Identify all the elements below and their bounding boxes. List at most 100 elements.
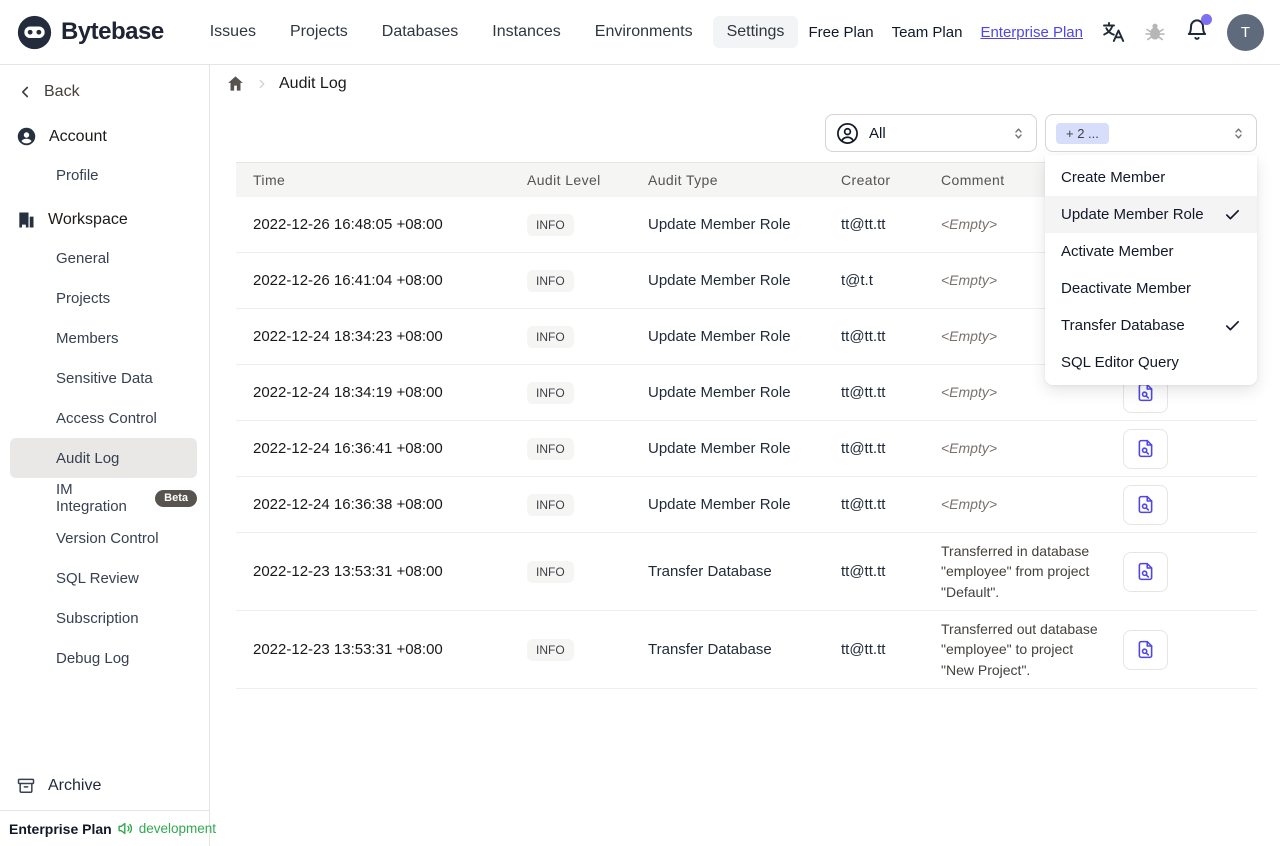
- cell-audit-level: INFO: [527, 437, 648, 460]
- sidebar-groups: Account Profile Workspace General Projects Me…: [0, 111, 209, 678]
- team-plan-label[interactable]: Team Plan: [892, 24, 963, 41]
- creator-filter-value: All: [869, 124, 886, 142]
- translate-icon[interactable]: [1101, 20, 1125, 44]
- cell-audit-level: INFO: [527, 213, 648, 236]
- free-plan-label[interactable]: Free Plan: [809, 24, 874, 41]
- table-row: 2022-12-23 13:53:31 +08:00 INFO Transfer D…: [236, 533, 1257, 611]
- view-detail-button[interactable]: [1123, 428, 1168, 469]
- menu-item-activate-member[interactable]: Activate Member: [1045, 233, 1257, 270]
- sidebar-item-subscription[interactable]: Subscription: [10, 598, 197, 638]
- sidebar-item-label: Members: [56, 329, 119, 347]
- main-content: Audit Log All + 2 ... Time Audit Level A…: [210, 65, 1280, 846]
- sidebar-item-general[interactable]: General: [10, 238, 197, 278]
- menu-item-label: Create Member: [1061, 169, 1166, 186]
- view-detail-button[interactable]: [1123, 484, 1168, 525]
- cell-comment: Transferred in database "employee" from …: [941, 543, 1090, 600]
- view-detail-button[interactable]: [1123, 629, 1168, 670]
- menu-item-label: Transfer Database: [1061, 317, 1185, 334]
- menu-item-label: Deactivate Member: [1061, 280, 1192, 297]
- creator-filter-select[interactable]: All: [825, 114, 1037, 152]
- cell-audit-level: INFO: [527, 638, 648, 661]
- menu-item-update-member-role[interactable]: Update Member Role: [1045, 196, 1257, 233]
- avatar-initial: T: [1240, 23, 1251, 41]
- cell-time: 2022-12-24 16:36:41 +08:00: [253, 440, 443, 457]
- nav-item-issues[interactable]: Issues: [196, 16, 270, 48]
- audit-type-filter-value: + 2 ...: [1056, 122, 1109, 144]
- chevrons-updown-icon: [1011, 125, 1026, 142]
- nav-item-projects[interactable]: Projects: [276, 16, 362, 48]
- file-search-icon: [1135, 382, 1156, 403]
- sidebar-item-label: General: [56, 249, 110, 267]
- brand-name: Bytebase: [61, 18, 164, 45]
- cell-audit-type: Update Member Role: [648, 384, 791, 401]
- sidebar-item-members[interactable]: Members: [10, 318, 197, 358]
- cell-creator: tt@tt.tt: [841, 440, 886, 457]
- cell-audit-type: Update Member Role: [648, 496, 791, 513]
- table-row: 2022-12-24 16:36:41 +08:00 INFO Update Mem…: [236, 421, 1257, 477]
- cell-time: 2022-12-23 13:53:31 +08:00: [253, 641, 443, 658]
- sidebar-item-label: IM Integration: [56, 481, 127, 515]
- sidebar-item-debug-log[interactable]: Debug Log: [10, 638, 197, 678]
- navbar-right: Free Plan Team Plan Enterprise Plan T: [809, 13, 1264, 51]
- cell-time: 2022-12-26 16:48:05 +08:00: [253, 216, 443, 233]
- nav-item-databases[interactable]: Databases: [368, 16, 473, 48]
- enterprise-plan-link[interactable]: Enterprise Plan: [980, 24, 1083, 41]
- view-detail-button[interactable]: [1123, 551, 1168, 592]
- cell-comment: <Empty>: [941, 440, 998, 457]
- sidebar-item-label: Profile: [56, 166, 99, 184]
- home-icon[interactable]: [226, 74, 245, 93]
- chevron-left-icon: [16, 83, 34, 101]
- sidebar-item-access-control[interactable]: Access Control: [10, 398, 197, 438]
- cell-audit-type: Update Member Role: [648, 216, 791, 233]
- check-icon: [1224, 206, 1241, 223]
- cell-actions: [1109, 629, 1257, 670]
- cell-time: 2022-12-26 16:41:04 +08:00: [253, 272, 443, 289]
- sidebar-item-audit-log[interactable]: Audit Log: [10, 438, 197, 478]
- cell-audit-type: Update Member Role: [648, 272, 791, 289]
- cell-actions: [1109, 551, 1257, 592]
- sidebar-item-label: Debug Log: [56, 649, 130, 667]
- sidebar-item-archive[interactable]: Archive: [0, 766, 209, 810]
- person-circle-icon: [836, 122, 859, 145]
- footer-plan-label: Enterprise Plan: [9, 820, 112, 837]
- archive-icon: [16, 776, 36, 796]
- info-badge: INFO: [527, 325, 574, 348]
- nav-item-settings[interactable]: Settings: [712, 16, 799, 48]
- notifications-button[interactable]: [1185, 13, 1212, 47]
- nav-item-environments[interactable]: Environments: [581, 16, 707, 48]
- sidebar-item-version-control[interactable]: Version Control: [10, 518, 197, 558]
- info-badge: INFO: [527, 638, 574, 661]
- table-row: 2022-12-23 13:53:31 +08:00 INFO Transfer D…: [236, 611, 1257, 689]
- nav-item-instances[interactable]: Instances: [478, 16, 574, 48]
- sidebar-item-im-integration[interactable]: IM Integration Beta: [10, 478, 197, 518]
- back-button[interactable]: Back: [0, 65, 209, 111]
- sidebar-item-sensitive-data[interactable]: Sensitive Data: [10, 358, 197, 398]
- info-badge: INFO: [527, 269, 574, 292]
- info-badge: INFO: [527, 560, 574, 583]
- cell-comment: <Empty>: [941, 496, 998, 513]
- building-icon: [16, 210, 36, 230]
- sidebar-item-sql-review[interactable]: SQL Review: [10, 558, 197, 598]
- info-badge: INFO: [527, 493, 574, 516]
- menu-item-deactivate-member[interactable]: Deactivate Member: [1045, 270, 1257, 307]
- menu-item-sql-editor-query[interactable]: SQL Editor Query: [1045, 344, 1257, 381]
- menu-item-create-member[interactable]: Create Member: [1045, 159, 1257, 196]
- avatar[interactable]: T: [1227, 13, 1264, 51]
- sidebar-group-label: Account: [49, 127, 107, 145]
- cell-creator: tt@tt.tt: [841, 216, 886, 233]
- sidebar-item-profile[interactable]: Profile: [10, 155, 197, 195]
- menu-item-label: SQL Editor Query: [1061, 354, 1179, 371]
- cell-audit-type: Transfer Database: [648, 641, 772, 658]
- sidebar-item-projects[interactable]: Projects: [10, 278, 197, 318]
- check-icon: [1224, 317, 1241, 334]
- info-badge: INFO: [527, 437, 574, 460]
- main-nav: Issues Projects Databases Instances Environm…: [196, 16, 799, 48]
- bytebase-logo[interactable]: Bytebase: [16, 14, 164, 51]
- sidebar-group-label: Workspace: [48, 211, 128, 228]
- menu-item-transfer-database[interactable]: Transfer Database: [1045, 307, 1257, 344]
- top-navbar: Bytebase Issues Projects Databases Instance…: [0, 0, 1280, 65]
- audit-type-filter-select[interactable]: + 2 ...: [1045, 114, 1257, 152]
- bug-icon[interactable]: [1143, 20, 1167, 44]
- audit-type-dropdown-menu: Create Member Update Member Role Activate …: [1045, 155, 1257, 385]
- cell-audit-level: INFO: [527, 381, 648, 404]
